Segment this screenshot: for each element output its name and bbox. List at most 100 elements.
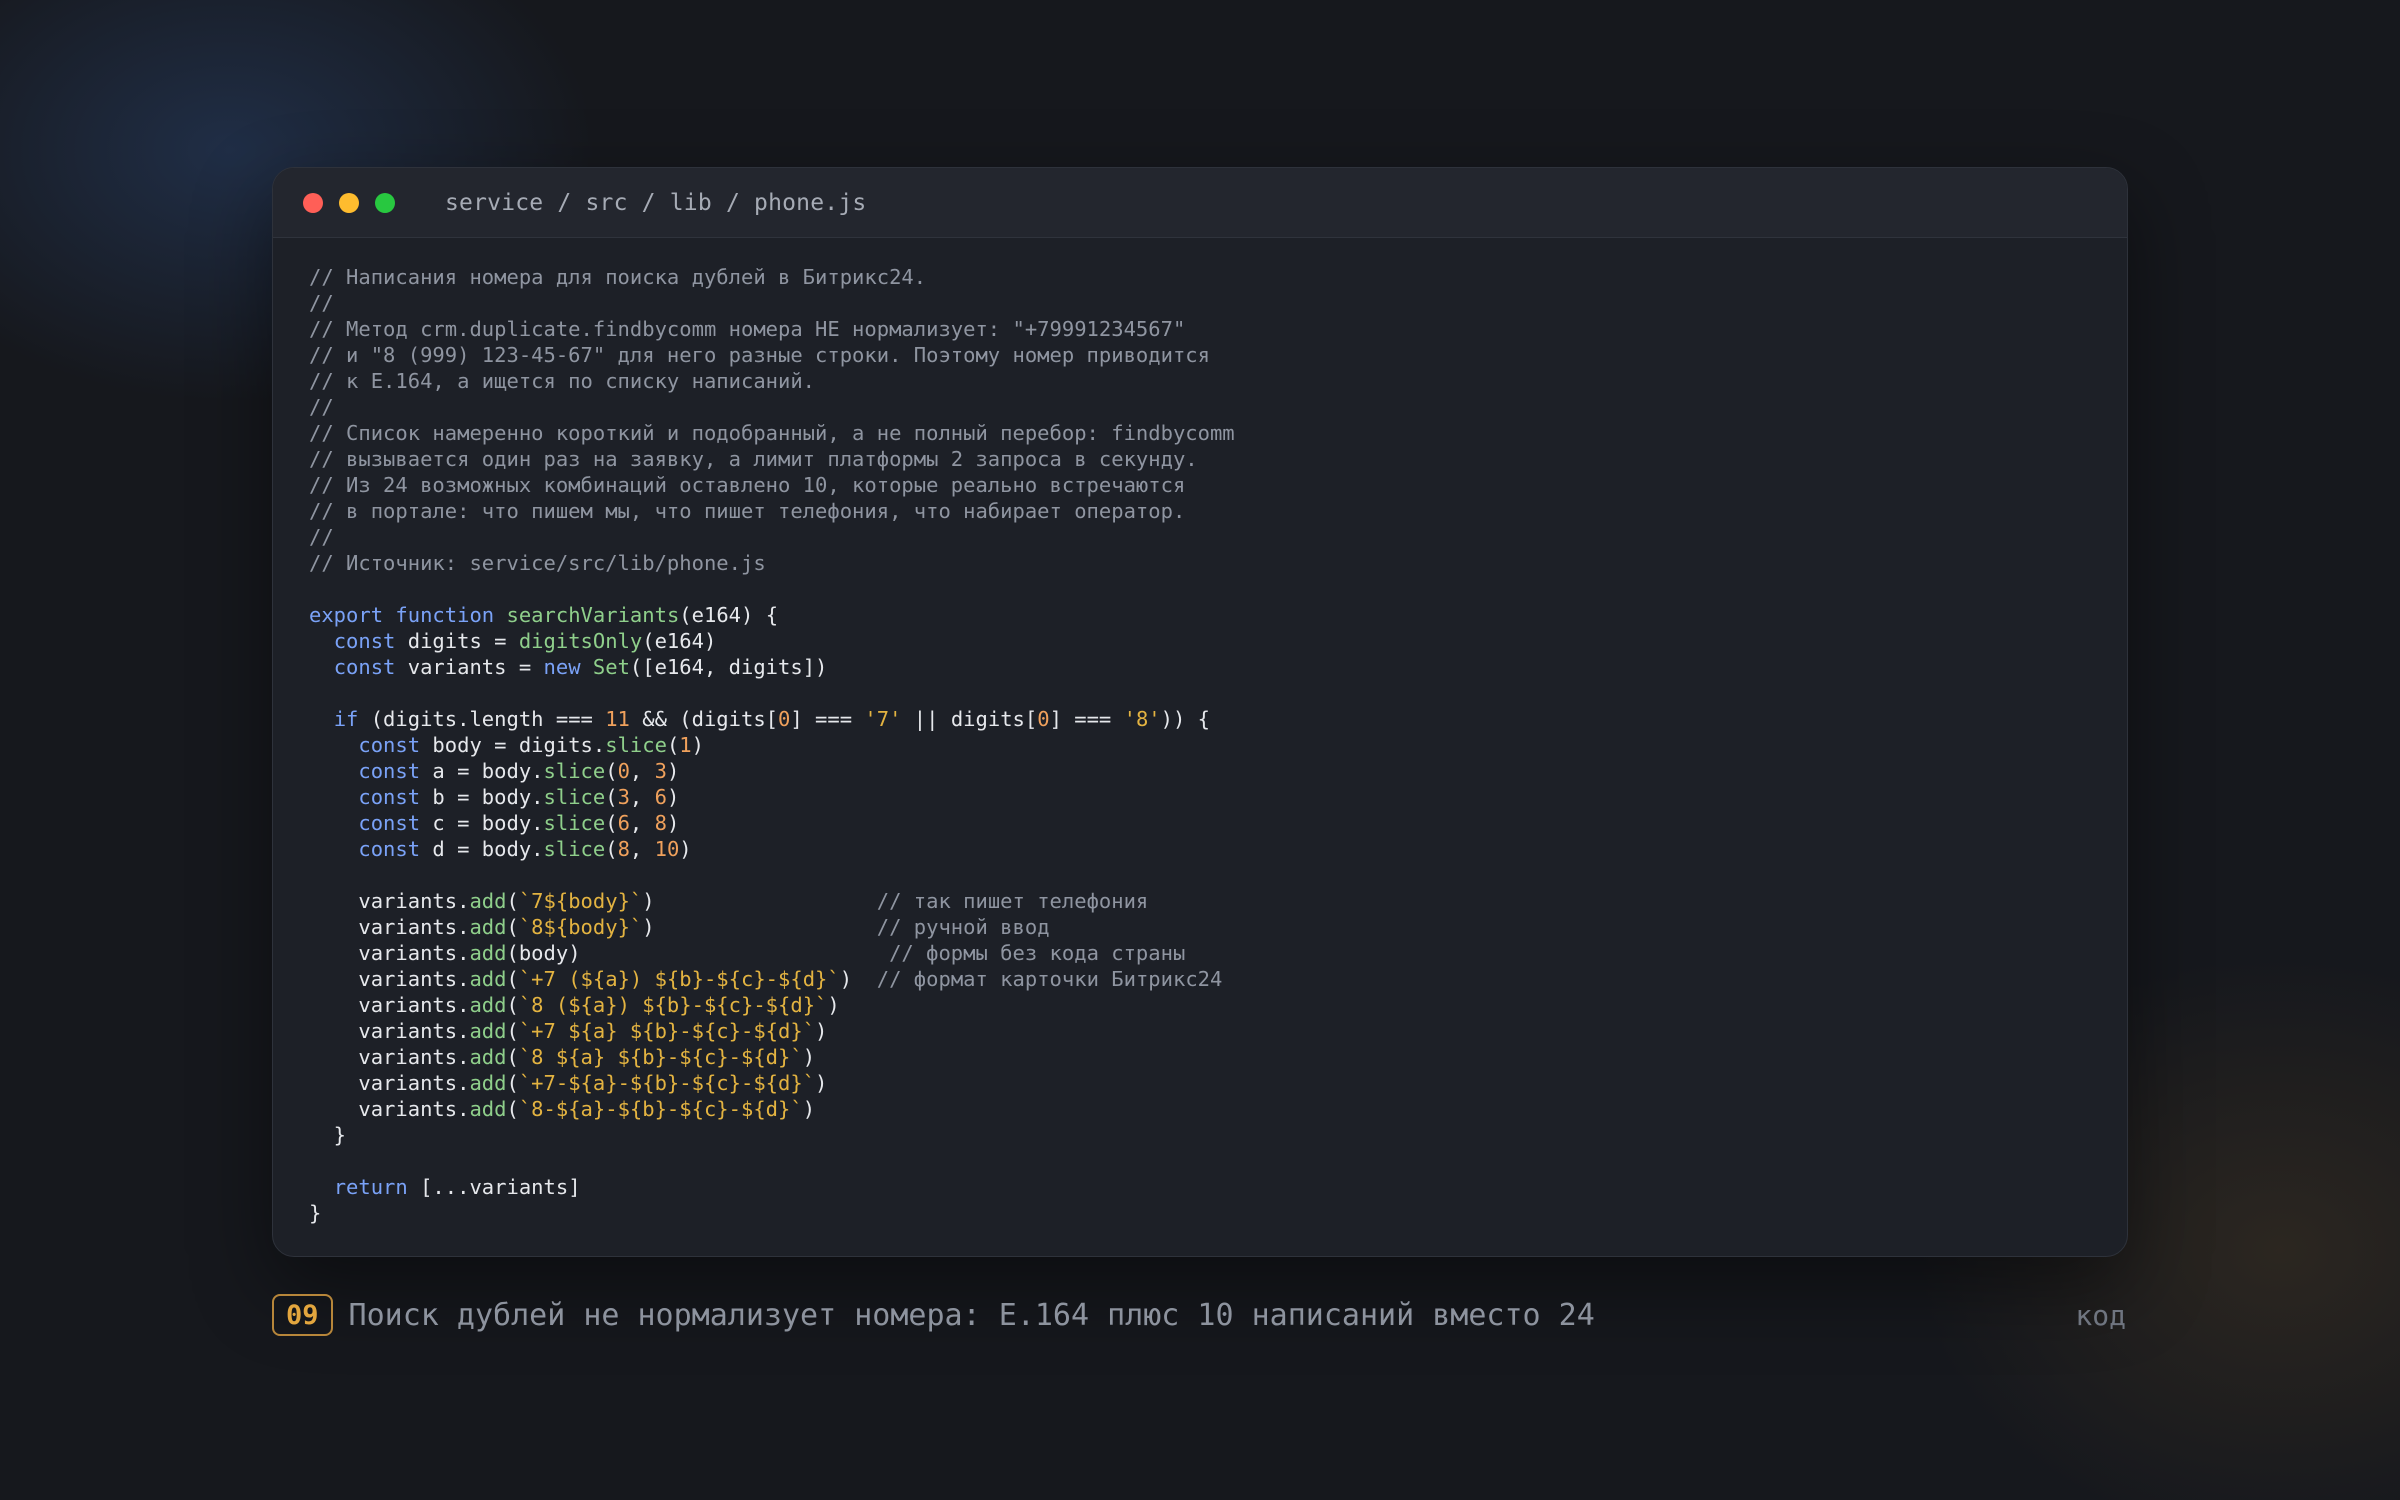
code-keyword: const [358,733,421,757]
code-line: // вызывается один раз на заявку, а лими… [309,446,1235,472]
code-line: } [309,1200,1235,1226]
slide-category-tag: код [2075,1298,2126,1332]
code-text: a = body. [420,759,544,783]
code-function: digitsOnly [518,629,643,653]
code-comment: // [309,395,334,419]
code-line: // Написания номера для поиска дублей в … [309,264,1235,290]
code-text: ) [815,1071,828,1095]
code-number: 0 [617,759,630,783]
code-text: (e164) { [679,603,779,627]
code-line: variants.add(`+7 ${a} ${b}-${c}-${d}`) [309,1018,1235,1044]
code-text: variants. [309,967,470,991]
code-function: add [469,1045,507,1069]
code-function: add [469,889,507,913]
code-text: ) [642,889,877,913]
code-line: const a = body.slice(0, 3) [309,758,1235,784]
file-breadcrumb: service / src / lib / phone.js [445,189,867,216]
code-line: variants.add(`8${body}`) // ручной ввод [309,914,1235,940]
code-line: // [309,290,1235,316]
code-string: '7' [864,707,902,731]
code-line: } [309,1122,1235,1148]
code-text: ) [642,915,877,939]
code-keyword: const [333,655,396,679]
code-comment: // вызывается один раз на заявку, а лими… [309,447,1198,471]
code-text: ) [666,785,680,809]
code-comment: // и "8 (999) 123-45-67" для него разные… [309,343,1210,367]
code-text: ) [815,1019,828,1043]
code-text: , [629,811,655,835]
code-text: (body) [506,941,890,965]
code-text: digits = [395,629,519,653]
code-editor[interactable]: // Написания номера для поиска дублей в … [309,264,1235,1226]
code-text: } [309,1201,322,1225]
code-string: `+7 ${a} ${b}-${c}-${d}` [518,1019,816,1043]
code-string: `8 ${a} ${b}-${c}-${d}` [518,1045,803,1069]
code-line: variants.add(`8 (${a}) ${b}-${c}-${d}`) [309,992,1235,1018]
slide-caption-text: Поиск дублей не нормализует номера: E.16… [348,1297,1595,1333]
code-line: export function searchVariants(e164) { [309,602,1235,628]
code-text: (e164) [642,629,717,653]
code-text: variants. [309,941,470,965]
code-line: // к E.164, а ищется по списку написаний… [309,368,1235,394]
code-text: variants. [309,1071,470,1095]
slide-number-badge: 09 [272,1294,333,1336]
code-line: // Метод crm.duplicate.findbycomm номера… [309,316,1235,342]
close-window-button[interactable] [303,192,323,213]
code-text: variants. [309,915,470,939]
code-line: // Список намеренно короткий и подобранн… [309,420,1235,446]
code-text: ( [605,785,618,809]
code-number: 6 [654,785,667,809]
code-function: Set [592,655,630,679]
code-comment: // Написания номера для поиска дублей в … [309,265,927,289]
code-string: `8-${a}-${b}-${c}-${d}` [518,1097,803,1121]
code-keyword: if [333,707,359,731]
code-keyword: export [309,603,384,627]
code-function: add [469,915,507,939]
code-text: ) [666,759,680,783]
code-text: variants = [395,655,544,679]
code-comment: // так пишет телефония [876,889,1149,913]
code-keyword: return [333,1175,408,1199]
code-text: (digits.length === [358,707,606,731]
code-text: } [309,1123,347,1147]
code-text: d = body. [420,837,544,861]
code-keyword: const [358,759,421,783]
code-comment: // ручной ввод [876,915,1050,939]
code-text: ) [802,1097,816,1121]
code-comment: // формы без кода страны [889,941,1186,965]
code-function: slice [543,837,606,861]
minimize-window-button[interactable] [339,192,359,213]
code-text: ) [666,811,680,835]
code-keyword: function [395,603,495,627]
code-comment: // Из 24 возможных комбинаций оставлено … [309,473,1186,497]
code-line: variants.add(`8 ${a} ${b}-${c}-${d}`) [309,1044,1235,1070]
maximize-window-button[interactable] [375,192,395,213]
code-text: ( [506,1071,519,1095]
code-number: 3 [617,785,630,809]
code-text: ( [506,967,519,991]
code-line: // [309,524,1235,550]
code-line: // Источник: service/src/lib/phone.js [309,550,1235,576]
code-function: slice [543,785,606,809]
code-keyword: const [333,629,396,653]
code-text: ( [506,993,519,1017]
code-text: ( [506,915,519,939]
code-function: add [469,967,507,991]
code-comment: // формат карточки Битрикс24 [876,967,1223,991]
code-text: ( [506,1019,519,1043]
code-text: , [629,785,655,809]
code-number: 11 [605,707,630,731]
code-line: return [...variants] [309,1174,1235,1200]
code-comment: // в портале: что пишем мы, что пишет те… [309,499,1186,523]
code-string: `7${body}` [518,889,643,913]
code-number: 0 [1037,707,1050,731]
code-number: 6 [617,811,630,835]
code-line: const body = digits.slice(1) [309,732,1235,758]
